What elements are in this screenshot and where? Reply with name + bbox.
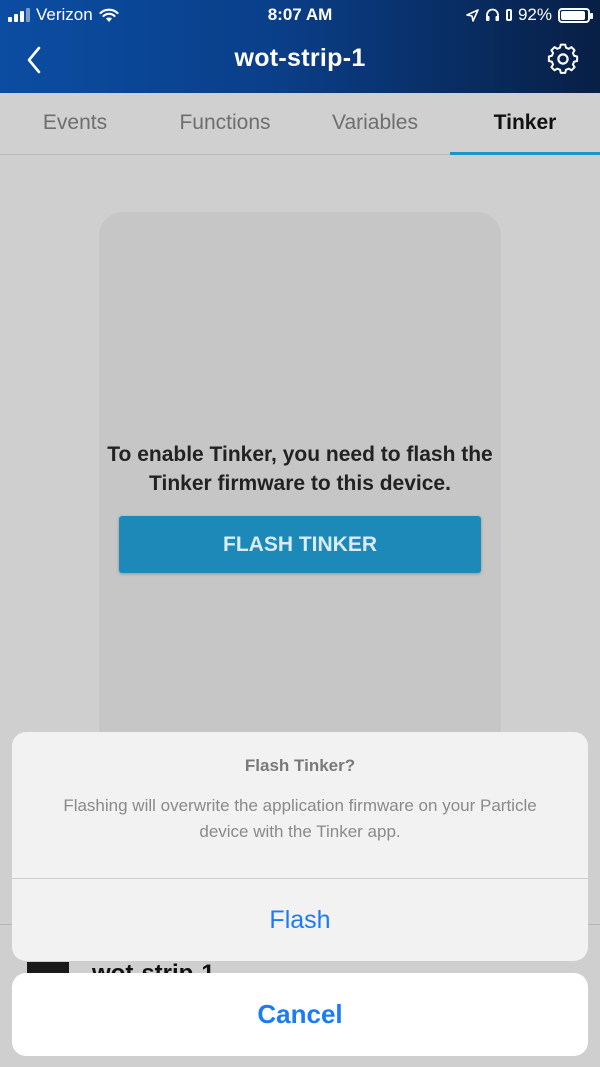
flash-button[interactable]: Flash — [12, 879, 588, 961]
status-bar: Verizon 8:07 AM 92% — [0, 0, 600, 30]
tinker-message: To enable Tinker, you need to flash the … — [107, 443, 493, 495]
action-sheet-message: Flashing will overwrite the application … — [63, 796, 537, 841]
gear-icon[interactable] — [546, 42, 580, 76]
nav-bar: wot-strip-1 — [0, 30, 600, 93]
status-right: 92% — [466, 5, 593, 25]
app-header: Verizon 8:07 AM 92% wot-strip-1 — [0, 0, 600, 93]
tab-tinker[interactable]: Tinker — [450, 93, 600, 155]
headphones-icon — [485, 8, 499, 21]
action-sheet: Flash Tinker? Flashing will overwrite th… — [12, 732, 588, 961]
page-title: wot-strip-1 — [234, 44, 366, 72]
tab-bar: Events Functions Variables Tinker — [0, 93, 600, 155]
location-arrow-icon — [466, 8, 479, 22]
tab-functions[interactable]: Functions — [150, 93, 300, 154]
tab-variables[interactable]: Variables — [300, 93, 450, 154]
portrait-lock-icon — [505, 9, 512, 21]
battery-percent: 92% — [517, 5, 552, 24]
tab-events[interactable]: Events — [0, 93, 150, 154]
cancel-button[interactable]: Cancel — [12, 973, 588, 1056]
flash-tinker-button[interactable]: FLASH TINKER — [119, 516, 481, 573]
battery-icon — [558, 7, 593, 23]
action-sheet-title: Flash Tinker? — [244, 756, 356, 775]
